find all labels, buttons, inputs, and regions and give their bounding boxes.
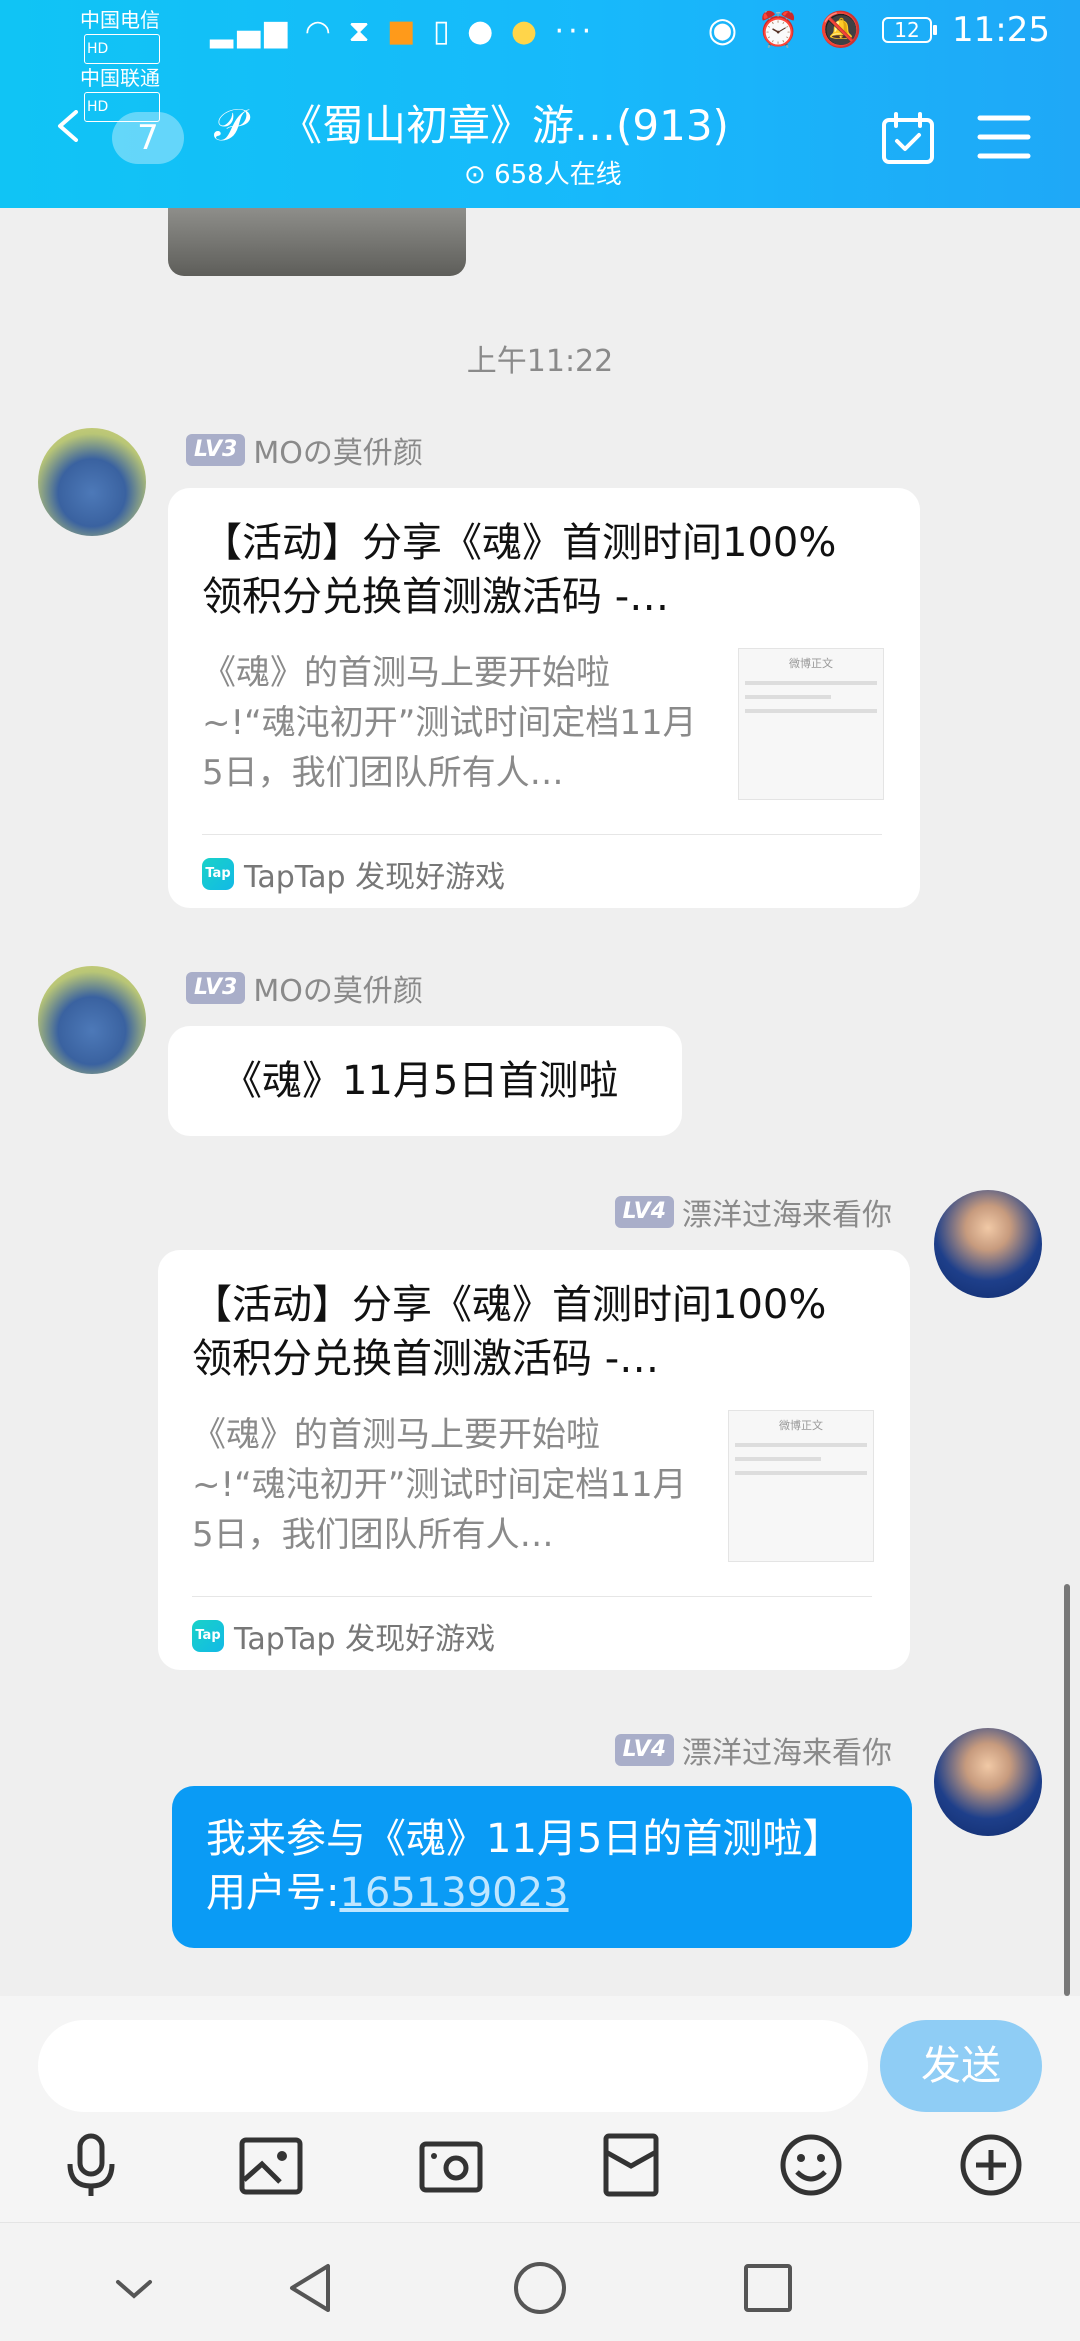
eye-icon: ◉ (707, 10, 738, 50)
add-icon[interactable] (956, 2130, 1026, 2200)
back-icon[interactable] (52, 110, 84, 142)
card-title: 【活动】分享《魂》首测时间100%领积分兑换首测激活码 -… (192, 1282, 827, 1382)
clock: 11:25 (952, 10, 1050, 50)
thumbnail-title: 微博正文 (789, 657, 833, 670)
recents-nav-icon[interactable] (738, 2258, 798, 2318)
message-input[interactable] (38, 2020, 868, 2112)
avatar[interactable] (934, 1728, 1042, 1836)
send-button[interactable]: 发送 (880, 2020, 1042, 2112)
alarm-icon: ⏰ (757, 10, 800, 50)
online-count: ⊙ 658人在线 (464, 154, 622, 191)
carrier-info: 中国电信 HD 中国联通 HD (80, 6, 160, 122)
emoji-icon[interactable] (776, 2130, 846, 2200)
user-id-link[interactable]: 165139023 (339, 1870, 568, 1916)
carrier-2: 中国联通 (80, 66, 160, 90)
sender-info: LV3 MOの莫㐼颜 (186, 966, 423, 1010)
image-message-partial[interactable] (168, 208, 466, 276)
status-right: ◉ ⏰ 🔕 12 11:25 (708, 10, 1050, 50)
group-title[interactable]: 《蜀山初章》游…(913) (280, 92, 729, 153)
link-card[interactable]: 【活动】分享《魂》首测时间100%领积分兑换首测激活码 -… 《魂》的首测马上要… (168, 488, 920, 908)
sender-info: LV4 漂洋过海来看你 (614, 1190, 892, 1234)
link-card[interactable]: 【活动】分享《魂》首测时间100%领积分兑换首测激活码 -… 《魂》的首测马上要… (158, 1250, 910, 1670)
card-source: Tap TapTap 发现好游戏 (192, 1614, 495, 1658)
sender-name[interactable]: MOの莫㐼颜 (253, 428, 423, 472)
red-packet-icon[interactable] (596, 2130, 666, 2200)
hd-badge: HD (84, 34, 160, 64)
thumbnail-title: 微博正文 (779, 1419, 823, 1432)
signal-wifi-icons: ▂▄▆ ◠ ⧗ ■ ▯ ● ● ··· (210, 14, 595, 49)
card-source-label: TapTap 发现好游戏 (234, 1622, 496, 1657)
card-divider (192, 1596, 872, 1597)
taptap-icon: Tap (192, 1620, 224, 1652)
battery-icon: 12 (882, 17, 938, 43)
level-badge: LV3 (186, 972, 246, 1004)
scrollbar[interactable] (1064, 1584, 1070, 1996)
card-description: 《魂》的首测马上要开始啦~!“魂沌初开”测试时间定档11月5日，我们团队所有人… (202, 653, 697, 793)
signal-icon: ▂▄▆ (210, 14, 292, 49)
level-badge: LV4 (614, 1196, 674, 1228)
avatar[interactable] (38, 966, 146, 1074)
text-message[interactable]: 《魂》11月5日首测啦 (168, 1026, 682, 1136)
time-separator: 上午11:22 (466, 344, 614, 379)
app-notification-icon: ■ (387, 14, 420, 49)
more-notifications-icon: ··· (554, 14, 596, 49)
collapse-nav-icon[interactable] (104, 2258, 164, 2318)
card-thumbnail: 微博正文 (728, 1410, 874, 1562)
alert-icon: ▯ (433, 14, 454, 49)
back-nav-icon[interactable] (282, 2258, 342, 2318)
sender-name[interactable]: 漂洋过海来看你 (682, 1728, 892, 1772)
own-text-message[interactable]: 我来参与《魂》11月5日的首测啦】 用户号:165139023 (172, 1786, 912, 1948)
microphone-icon[interactable] (56, 2130, 126, 2200)
avatar[interactable] (38, 428, 146, 536)
wifi-icon: ◠ (304, 14, 335, 49)
sender-name[interactable]: MOの莫㐼颜 (253, 966, 423, 1010)
hourglass-icon: ⧗ (348, 14, 374, 49)
sender-info: LV4 漂洋过海来看你 (614, 1728, 892, 1772)
top-bar: 中国电信 HD 中国联通 HD ▂▄▆ ◠ ⧗ ■ ▯ ● ● ··· ◉ ⏰ 🔕 … (0, 0, 1080, 208)
card-divider (202, 834, 882, 835)
level-badge: LV3 (186, 434, 246, 466)
card-source: Tap TapTap 发现好游戏 (202, 852, 505, 896)
app-notification-icon-2: ● (467, 14, 498, 49)
online-check-icon: ⊙ (464, 160, 486, 190)
card-title: 【活动】分享《魂》首测时间100%领积分兑换首测激活码 -… (202, 520, 837, 620)
camera-icon[interactable] (416, 2130, 486, 2200)
card-source-label: TapTap 发现好游戏 (244, 860, 506, 895)
taptap-icon: Tap (202, 858, 234, 890)
card-description: 《魂》的首测马上要开始啦~!“魂沌初开”测试时间定档11月5日，我们团队所有人… (192, 1415, 687, 1555)
ear-icon[interactable]: 𝒫 (214, 100, 246, 151)
carrier-1: 中国电信 (80, 8, 160, 32)
image-icon[interactable] (236, 2130, 306, 2200)
card-thumbnail: 微博正文 (738, 648, 884, 800)
mute-icon: 🔕 (819, 10, 863, 50)
avatar[interactable] (934, 1190, 1042, 1298)
menu-icon[interactable] (976, 112, 1032, 162)
online-count-text: 658人在线 (494, 160, 622, 190)
sender-info: LV3 MOの莫㐼颜 (186, 428, 423, 472)
level-badge: LV4 (614, 1734, 674, 1766)
calendar-check-icon[interactable] (880, 110, 936, 166)
sender-name[interactable]: 漂洋过海来看你 (682, 1190, 892, 1234)
app-notification-icon-3: ● (510, 14, 541, 49)
unread-count-badge[interactable]: 7 (112, 112, 184, 164)
home-nav-icon[interactable] (510, 2258, 570, 2318)
